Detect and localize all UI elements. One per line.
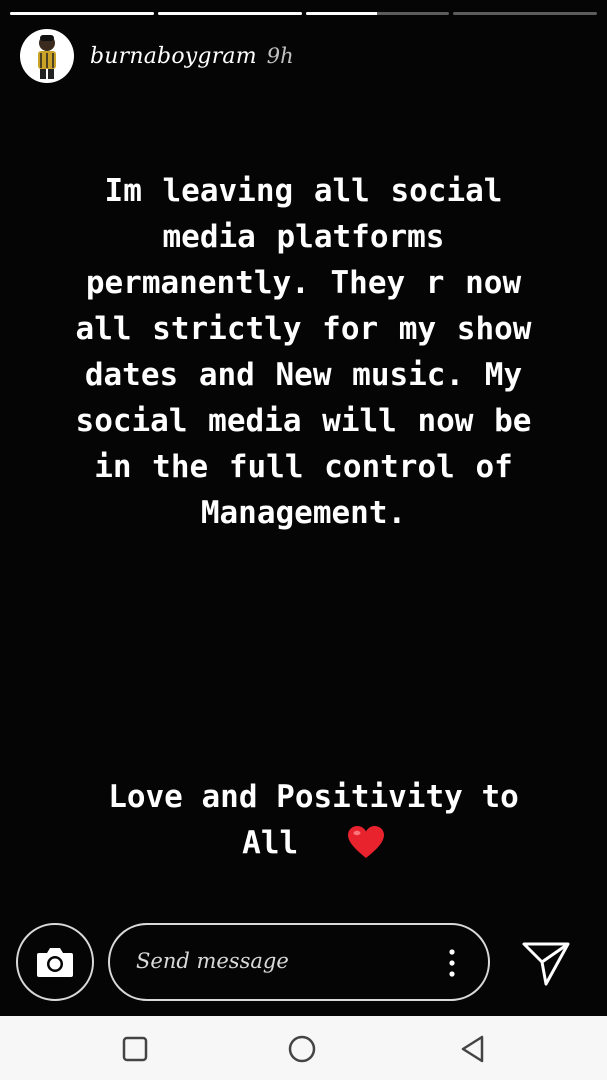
progress-segment — [305, 12, 450, 15]
system-nav-bar — [0, 1016, 607, 1080]
story-text-line: all strictly for my show — [75, 311, 532, 347]
heart-icon — [347, 825, 385, 872]
story-signoff-text: All — [242, 825, 299, 861]
story-text-line: dates and New music. My — [84, 357, 523, 393]
user-avatar-icon — [38, 35, 56, 79]
send-icon[interactable] — [520, 938, 572, 988]
circle-icon[interactable] — [287, 1034, 317, 1064]
story-progress — [10, 12, 597, 15]
story-signoff-line: Love and Positivity to — [108, 779, 519, 815]
progress-segment — [10, 12, 154, 15]
avatar[interactable] — [20, 29, 74, 83]
story-header: burnaboygram 9h — [20, 28, 294, 84]
story-text-line: social media will now be — [75, 403, 532, 439]
more-vertical-icon[interactable] — [446, 947, 458, 979]
story-text-line: permanently. They r now — [85, 265, 522, 301]
progress-segment — [157, 12, 302, 15]
camera-icon — [37, 948, 73, 977]
camera-button[interactable] — [16, 923, 94, 1001]
story-view[interactable]: burnaboygram 9h Im leaving all social me… — [0, 0, 607, 1016]
story-signoff-line-2: All — [60, 820, 567, 872]
story-text-line: in the full control of — [94, 449, 513, 485]
message-placeholder: Send message — [136, 949, 289, 973]
username[interactable]: burnaboygram — [90, 44, 257, 69]
post-time: 9h — [266, 44, 294, 68]
story-text-line: Management. — [200, 495, 407, 531]
story-signoff: Love and Positivity to All — [60, 774, 567, 872]
progress-segment — [453, 12, 597, 15]
story-text: Im leaving all social media platforms pe… — [8, 168, 599, 536]
story-text-line: media platforms — [162, 219, 445, 255]
send-message-input[interactable]: Send message — [108, 923, 490, 1001]
square-icon[interactable] — [120, 1034, 150, 1064]
triangle-back-icon[interactable] — [458, 1034, 488, 1064]
story-text-line: Im leaving all social — [104, 173, 503, 209]
